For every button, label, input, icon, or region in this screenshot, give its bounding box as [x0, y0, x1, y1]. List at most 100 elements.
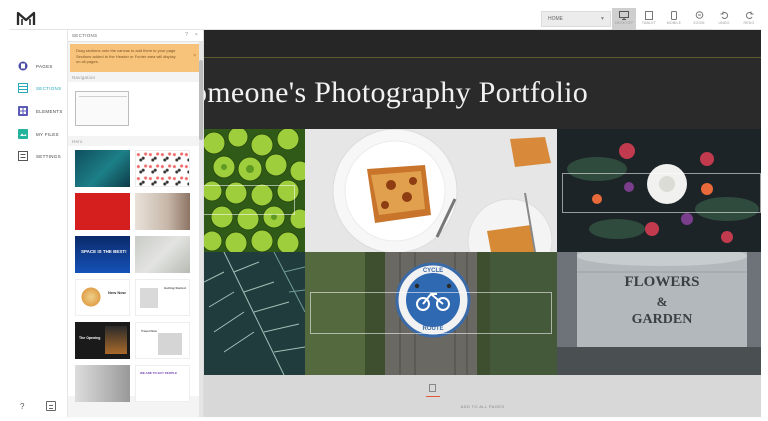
- hero-thumb-8-text: Getting Started: [164, 286, 186, 290]
- panel-close-icon[interactable]: ×: [195, 32, 198, 38]
- add-to-all-pages-label[interactable]: ADD TO ALL PAGES: [204, 404, 761, 409]
- hero-thumb-10-image: [158, 333, 182, 355]
- zoom-button[interactable]: ZOOM: [687, 8, 711, 30]
- hero-thumb-5[interactable]: SPACE IS THE BEST!: [75, 236, 130, 273]
- hero-thumb-7-image: [80, 286, 102, 308]
- redo-label: REDO: [743, 21, 755, 25]
- elements-icon: [18, 106, 28, 116]
- tablet-icon: [645, 11, 653, 20]
- tablet-button[interactable]: TABLET: [637, 8, 661, 30]
- sections-notice: Drag sections onto the canvas to add the…: [70, 44, 201, 72]
- panel-scrollbar[interactable]: [199, 42, 203, 417]
- mobile-label: MOBILE: [666, 21, 682, 25]
- hero-thumb-9[interactable]: The Opening: [75, 322, 130, 359]
- nav-item-sections[interactable]: SECTIONS: [18, 82, 66, 96]
- builder-app: HOME ▼ DESKTOP TABLET MOBILE ZOOM UNDO R…: [10, 8, 761, 417]
- panel-scroll-thumb[interactable]: [199, 60, 203, 140]
- gallery-tile-flowers[interactable]: FLOWERS & GARDEN: [557, 252, 761, 375]
- settings-icon: [18, 151, 28, 161]
- logo-icon[interactable]: [16, 11, 36, 27]
- footer-underline: [426, 396, 440, 397]
- nav-item-settings[interactable]: SETTINGS: [18, 150, 66, 164]
- hero-title[interactable]: omeone's Photography Portfolio: [204, 76, 588, 110]
- ampersand-text: &: [656, 294, 668, 309]
- undo-button[interactable]: UNDO: [712, 8, 736, 30]
- selection-outline: [204, 185, 295, 215]
- sections-icon: [18, 83, 28, 93]
- selection-outline: [310, 292, 552, 334]
- hero-thumb-9-text: The Opening: [79, 336, 101, 340]
- nav-item-elements[interactable]: ELEMENTS: [18, 105, 66, 119]
- hero-thumb-8-image: [140, 288, 158, 308]
- hero-thumb-2[interactable]: [135, 150, 190, 187]
- page-select[interactable]: HOME ▼: [541, 11, 611, 27]
- pastry-image: [305, 129, 557, 252]
- left-nav: PAGES SECTIONS ELEMENTS MY FILES SETTING…: [10, 30, 68, 417]
- panel-help-icon[interactable]: ?: [185, 32, 188, 38]
- garden-text: GARDEN: [631, 312, 693, 327]
- category-navigation-label: Navigation: [72, 75, 96, 80]
- navigation-section-list: [68, 82, 203, 136]
- chevron-down-icon: ▼: [600, 16, 605, 22]
- pine-image: [204, 252, 305, 375]
- nav-item-pages[interactable]: PAGES: [18, 60, 66, 74]
- add-pages-icon: [429, 384, 436, 392]
- desktop-icon: [619, 11, 629, 20]
- redo-button[interactable]: REDO: [737, 8, 761, 30]
- nav-label-my-files: MY FILES: [36, 132, 59, 137]
- cycle-sign-top-text: CYCLE: [422, 268, 444, 274]
- nav-label-pages: PAGES: [36, 64, 53, 69]
- pages-icon: [18, 61, 28, 71]
- gallery-tile-cycle[interactable]: CYCLE ROUTE: [305, 252, 557, 375]
- nav-item-my-files[interactable]: MY FILES: [18, 128, 66, 142]
- zoom-label: ZOOM: [693, 21, 705, 25]
- desktop-button[interactable]: DESKTOP: [612, 8, 636, 30]
- hero-section-list: SPACE IS THE BEST! New Now Getting Start…: [68, 146, 203, 402]
- mobile-button[interactable]: MOBILE: [662, 8, 686, 30]
- gallery-tile-pine[interactable]: [204, 252, 305, 375]
- notice-dismiss-icon[interactable]: ×: [193, 53, 196, 60]
- hero-thumb-12[interactable]: WE ARE TO BUY PEOPLE: [135, 365, 190, 402]
- my-files-icon: [18, 129, 28, 139]
- navigation-section-thumb[interactable]: [75, 91, 129, 126]
- selection-outline: [562, 173, 761, 213]
- tablet-label: TABLET: [641, 21, 657, 25]
- undo-label: UNDO: [718, 21, 730, 25]
- page-canvas[interactable]: omeone's Photography Portfolio CYCLE ROU…: [204, 30, 761, 417]
- flowers-text: FLOWERS: [624, 274, 700, 290]
- desktop-label: DESKTOP: [614, 21, 634, 25]
- category-hero-label: Hero: [72, 139, 83, 144]
- nav-label-settings: SETTINGS: [36, 154, 61, 159]
- hero-thumb-8[interactable]: Getting Started: [135, 279, 190, 316]
- redo-icon: [745, 11, 753, 19]
- gallery-tile-limes[interactable]: [204, 129, 305, 252]
- hero-thumb-4[interactable]: [135, 193, 190, 230]
- hero-thumb-11[interactable]: [75, 365, 130, 402]
- undo-icon: [720, 11, 728, 19]
- notice-text: Drag sections onto the canvas to add the…: [76, 48, 177, 64]
- hero-thumb-9-image: [105, 326, 127, 354]
- hero-thumb-5-text: SPACE IS THE BEST!: [81, 249, 127, 254]
- hero-thumb-12-text: WE ARE TO BUY PEOPLE: [140, 371, 177, 375]
- help-icon[interactable]: ?: [20, 402, 24, 411]
- panel-header: SECTIONS ? ×: [68, 30, 203, 42]
- photo-gallery[interactable]: CYCLE ROUTE FLOWERS & GARDEN: [204, 129, 761, 375]
- sections-panel: SECTIONS ? × Drag sections onto the canv…: [68, 30, 204, 417]
- gallery-tile-pastry[interactable]: [305, 129, 557, 252]
- header-area[interactable]: [204, 30, 761, 58]
- nav-label-sections: SECTIONS: [36, 86, 62, 91]
- page-select-value: HOME: [548, 16, 563, 22]
- hero-thumb-10[interactable]: Travel Now: [135, 322, 190, 359]
- hero-thumb-1[interactable]: [75, 150, 130, 187]
- hero-thumb-10-text: Travel Now: [141, 329, 157, 333]
- hero-thumb-3[interactable]: [75, 193, 130, 230]
- footer-area[interactable]: ADD TO ALL PAGES: [204, 375, 761, 417]
- top-bar: HOME ▼ DESKTOP TABLET MOBILE ZOOM UNDO R…: [10, 8, 761, 30]
- hero-thumb-7[interactable]: New Now: [75, 279, 130, 316]
- mobile-icon: [671, 11, 677, 20]
- zoom-icon: [695, 11, 703, 19]
- hero-thumb-7-text: New Now: [108, 290, 126, 295]
- hero-thumb-6[interactable]: [135, 236, 190, 273]
- gallery-tile-bouquet[interactable]: [557, 129, 761, 252]
- collapse-panel-icon[interactable]: [46, 401, 56, 411]
